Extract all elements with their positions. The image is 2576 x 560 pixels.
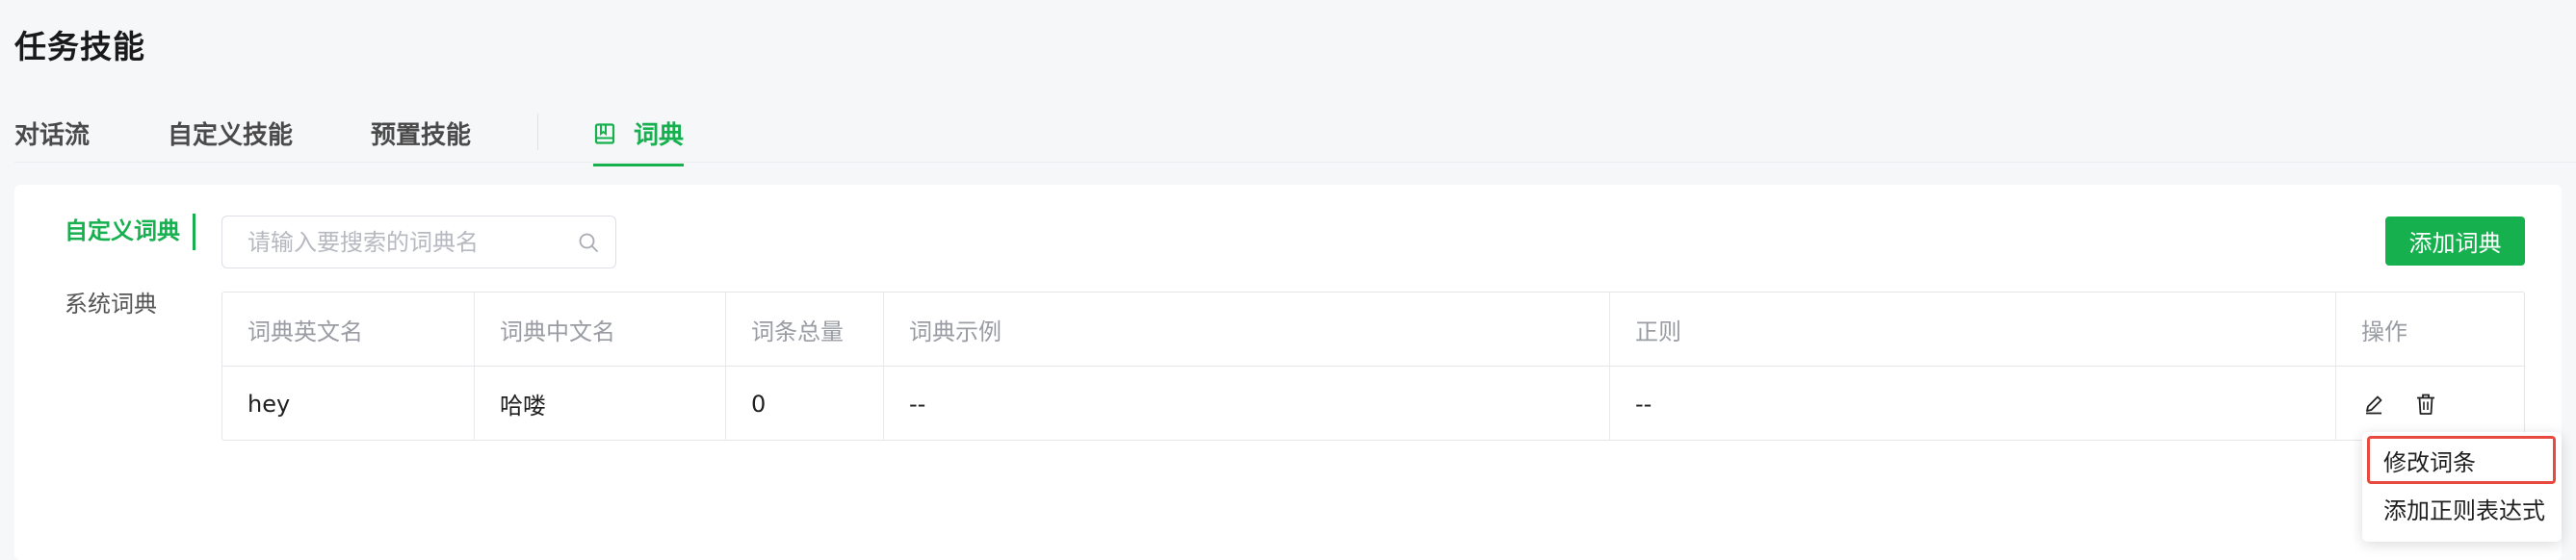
tab-divider <box>537 114 538 150</box>
sidebar-item-system-dictionary[interactable]: 系统词典 <box>65 285 157 318</box>
tab-dialog-flow[interactable]: 对话流 <box>14 115 90 151</box>
column-header: 词典中文名 <box>475 293 726 367</box>
search-box <box>221 216 616 268</box>
cell-english-name: hey <box>222 367 475 441</box>
column-header: 词条总量 <box>726 293 884 367</box>
column-header: 词典示例 <box>884 293 1610 367</box>
dictionary-table: 词典英文名 词典中文名 词条总量 词典示例 正则 操作 hey 哈喽 0 -- … <box>221 292 2525 441</box>
tabs-underline <box>14 162 2576 163</box>
add-dictionary-button[interactable]: 添加词典 <box>2385 216 2525 266</box>
tab-dictionary-label: 词典 <box>634 121 685 150</box>
table-row: hey 哈喽 0 -- -- <box>222 367 2524 441</box>
column-header: 词典英文名 <box>222 293 475 367</box>
tab-custom-skills[interactable]: 自定义技能 <box>168 115 293 151</box>
menu-item-add-regex[interactable]: 添加正则表达式 <box>2367 484 2556 532</box>
sidebar-item-custom-dictionary[interactable]: 自定义词典 <box>65 212 180 245</box>
search-input[interactable] <box>222 216 569 267</box>
cell-actions <box>2336 367 2524 441</box>
actions-dropdown-menu: 修改词条 添加正则表达式 <box>2362 432 2562 542</box>
active-tab-indicator <box>593 164 685 166</box>
tab-bar: 对话流 自定义技能 预置技能 词典 <box>14 108 2576 166</box>
tab-preset-skills[interactable]: 预置技能 <box>371 115 471 151</box>
sidebar-active-indicator <box>193 214 195 250</box>
cell-entry-count: 0 <box>726 367 884 441</box>
cell-example: -- <box>884 367 1610 441</box>
page-title: 任务技能 <box>14 28 145 65</box>
edit-icon[interactable] <box>2361 392 2386 417</box>
column-header: 操作 <box>2361 318 2407 345</box>
content-card: 自定义词典 系统词典 添加词典 词典英文名 词典中文名 词条总量 词典示例 正则… <box>14 185 2562 560</box>
table-header-row: 词典英文名 词典中文名 词条总量 词典示例 正则 操作 <box>222 293 2524 367</box>
tab-dictionary[interactable]: 词典 <box>593 115 685 166</box>
menu-item-edit-entries[interactable]: 修改词条 <box>2367 436 2556 484</box>
dictionary-icon <box>593 122 616 145</box>
column-header: 正则 <box>1610 293 2336 367</box>
cell-chinese-name: 哈喽 <box>475 367 726 441</box>
delete-icon[interactable] <box>2413 392 2438 417</box>
cell-regex: -- <box>1610 367 2336 441</box>
search-icon[interactable] <box>577 231 600 254</box>
